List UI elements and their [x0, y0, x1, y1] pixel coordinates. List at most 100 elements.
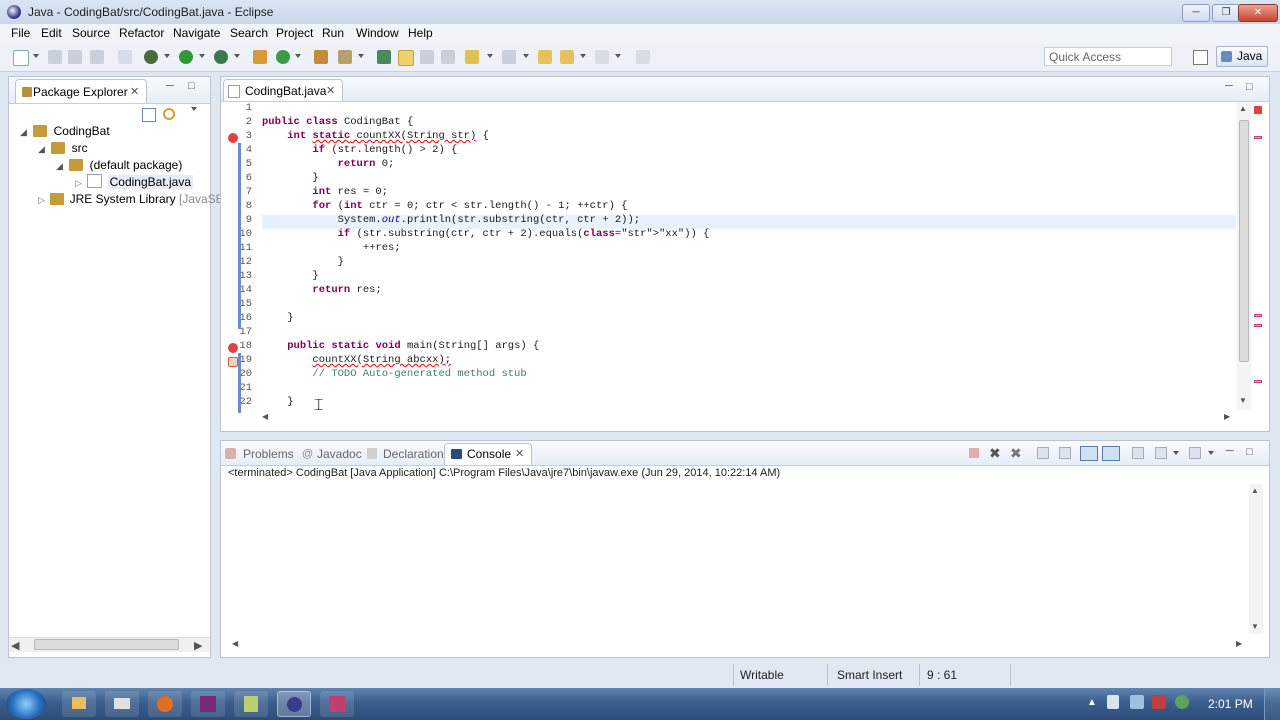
close-tab-icon[interactable]: ✕ [130, 85, 139, 98]
minimize-view-icon[interactable]: ─ [166, 80, 174, 92]
pin-editor-icon[interactable] [636, 50, 650, 64]
new-dropdown-icon[interactable] [33, 54, 39, 58]
scroll-right-icon[interactable]: ▶ [194, 639, 202, 652]
show-desktop-button[interactable] [1264, 688, 1280, 720]
next-annotation-dropdown-icon[interactable] [487, 54, 493, 58]
code-line[interactable]: public static void main(String[] args) { [262, 340, 539, 352]
save-icon[interactable] [48, 50, 62, 64]
code-line[interactable]: if (str.length() > 2) { [262, 144, 457, 156]
maximize-button[interactable]: ❐ [1212, 4, 1240, 22]
pin-console-icon[interactable] [1132, 447, 1144, 459]
prev-annotation-dropdown-icon[interactable] [523, 54, 529, 58]
notepad-task-icon[interactable] [234, 691, 268, 717]
collapse-all-icon[interactable] [142, 108, 156, 122]
console-hscrollbar[interactable]: ◀ ▶ [232, 639, 1244, 651]
menu-search[interactable]: Search [230, 26, 268, 40]
network-icon[interactable] [1130, 695, 1144, 709]
debug-icon[interactable] [144, 50, 158, 64]
clear-console-icon[interactable] [1037, 447, 1049, 459]
quick-access-input[interactable]: Quick Access [1044, 47, 1172, 66]
new-class-icon[interactable] [276, 50, 290, 64]
overview-error-mark[interactable] [1254, 136, 1262, 139]
menu-edit[interactable]: Edit [41, 26, 62, 40]
save-all-icon[interactable] [68, 50, 82, 64]
scroll-up-icon[interactable]: ▲ [1239, 104, 1247, 113]
vscroll-thumb[interactable] [1239, 120, 1249, 362]
scroll-down-icon[interactable]: ▼ [1251, 622, 1259, 631]
menu-file[interactable]: File [11, 26, 30, 40]
start-button[interactable] [6, 689, 46, 719]
tree-item-default-package[interactable]: ◢ (default package) [56, 157, 182, 174]
warning-marker-icon[interactable] [228, 357, 238, 367]
code-area[interactable]: 1 2 public class CodingBat {3 int static c… [222, 102, 1236, 414]
view-menu-icon[interactable] [191, 107, 197, 111]
overview-error-mark[interactable] [1254, 380, 1262, 383]
menu-navigate[interactable]: Navigate [173, 26, 220, 40]
maximize-view-icon[interactable]: □ [188, 80, 195, 92]
media-task-icon[interactable] [191, 691, 225, 717]
code-line[interactable]: return 0; [262, 158, 395, 170]
open-console-dropdown-icon[interactable] [1208, 451, 1214, 455]
new-package-icon[interactable] [253, 50, 267, 64]
menu-refactor[interactable]: Refactor [119, 26, 164, 40]
sync-icon[interactable] [1175, 695, 1189, 709]
overview-error-mark[interactable] [1254, 324, 1262, 327]
coverage-dropdown-icon[interactable] [234, 54, 240, 58]
menu-source[interactable]: Source [72, 26, 110, 40]
scroll-left-icon[interactable]: ◀ [262, 412, 268, 421]
display-console-icon[interactable] [1155, 447, 1167, 459]
scroll-right-icon[interactable]: ▶ [1224, 412, 1230, 421]
code-line[interactable]: System.out.println(str.substring(ctr, ct… [262, 214, 640, 226]
code-line[interactable]: // TODO Auto-generated method stub [262, 368, 526, 380]
close-tab-icon[interactable]: ✕ [326, 84, 335, 97]
remove-all-icon[interactable]: ✖ [1010, 445, 1022, 462]
explorer-hscrollbar[interactable]: ◀ ▶ [9, 637, 210, 652]
show-on-output-icon[interactable] [1102, 446, 1120, 461]
run-icon[interactable] [179, 50, 193, 64]
annotation-icon[interactable] [377, 50, 391, 64]
eclipse-task-icon[interactable] [277, 691, 311, 717]
terminate-icon[interactable] [969, 448, 979, 458]
tree-item-src[interactable]: ◢ src [38, 140, 88, 157]
code-line[interactable]: for (int ctr = 0; ctr < str.length() - 1… [262, 200, 627, 212]
scroll-up-icon[interactable]: ▲ [1251, 486, 1259, 495]
new-icon[interactable] [13, 50, 29, 66]
editor-hscrollbar[interactable]: ◀ ▶ [262, 412, 1236, 424]
code-line[interactable]: countXX(String abcxx); [262, 354, 451, 366]
block-select-icon[interactable] [420, 50, 434, 64]
code-line[interactable]: } [262, 256, 344, 268]
search-dropdown-icon[interactable] [358, 54, 364, 58]
tree-item-codingbat[interactable]: ◢ CodingBat [20, 123, 110, 140]
code-line[interactable]: int static countXX(String str) { [262, 130, 489, 142]
code-line[interactable]: } [262, 396, 293, 408]
open-console-icon[interactable] [1189, 447, 1201, 459]
menu-window[interactable]: Window [356, 26, 399, 40]
maximize-console-icon[interactable]: □ [1246, 446, 1253, 458]
menu-run[interactable]: Run [322, 26, 344, 40]
menu-project[interactable]: Project [276, 26, 313, 40]
action-center-icon[interactable] [1152, 695, 1166, 709]
code-line[interactable]: return res; [262, 284, 381, 296]
console-vscrollbar[interactable]: ▲ ▼ [1249, 484, 1263, 634]
scroll-right-icon[interactable]: ▶ [1236, 639, 1242, 648]
scroll-left-icon[interactable]: ◀ [232, 639, 238, 648]
package-explorer-tab[interactable]: Package Explorer ✕ [15, 79, 147, 103]
menu-help[interactable]: Help [408, 26, 433, 40]
remove-launch-icon[interactable]: ✖ [989, 445, 1001, 462]
tab-problems[interactable]: Problems [243, 446, 294, 462]
scroll-left-icon[interactable]: ◀ [11, 639, 19, 652]
tab-javadoc[interactable]: Javadoc [317, 446, 362, 462]
back-dropdown-icon[interactable] [580, 54, 586, 58]
display-console-dropdown-icon[interactable] [1173, 451, 1179, 455]
word-wrap-icon[interactable] [1080, 446, 1098, 461]
tree-item-codingbat-java[interactable]: ▷ CodingBat.java [75, 174, 193, 191]
minimize-editor-icon[interactable]: ─ [1225, 80, 1233, 92]
maximize-editor-icon[interactable]: □ [1246, 81, 1253, 93]
overview-error-mark[interactable] [1254, 314, 1262, 317]
forward-dropdown-icon[interactable] [615, 54, 621, 58]
forward-icon[interactable] [595, 50, 609, 64]
code-line[interactable]: } [262, 312, 293, 324]
close-button[interactable]: ✕ [1238, 4, 1278, 22]
link-editor-icon[interactable] [163, 108, 175, 120]
search-icon[interactable] [338, 50, 352, 64]
